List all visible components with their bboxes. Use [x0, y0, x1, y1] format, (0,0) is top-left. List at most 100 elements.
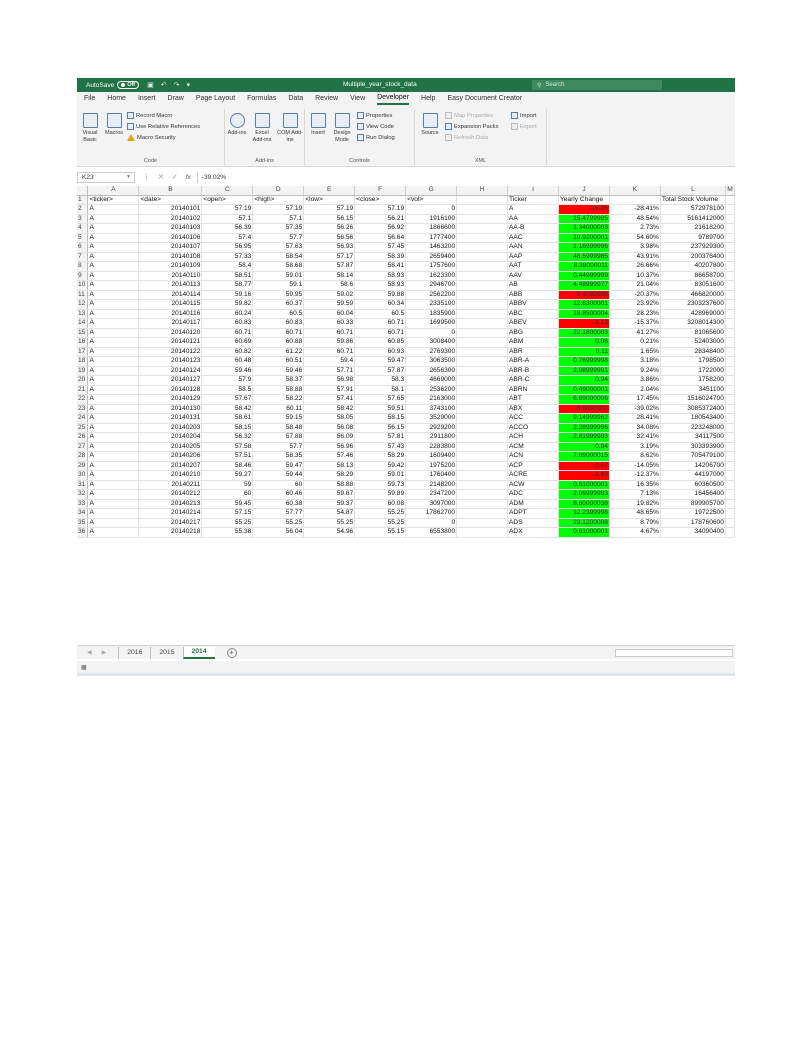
cell[interactable]: ABEV	[507, 318, 559, 329]
cell[interactable]: A	[87, 442, 140, 453]
cell[interactable]: 59.82	[201, 299, 254, 310]
cell[interactable]: 20140129	[138, 394, 203, 405]
cell[interactable]: 56.09	[303, 432, 356, 443]
cell[interactable]: 17862700	[405, 508, 458, 519]
cell[interactable]: 0.06	[558, 337, 610, 348]
insert-function-button[interactable]: fx	[186, 174, 191, 181]
cell[interactable]	[456, 404, 509, 415]
customize-qat-icon[interactable]: ▾	[187, 81, 191, 89]
cell[interactable]: 2.06999993	[558, 489, 610, 500]
cell[interactable]: 60.51	[252, 356, 305, 367]
cell[interactable]: 57.87	[303, 261, 356, 272]
chevron-right-icon[interactable]: ▶	[102, 649, 107, 656]
cell[interactable]: 6.69000006	[558, 394, 610, 405]
column-header[interactable]: D	[252, 186, 305, 196]
row-header[interactable]: 35	[77, 518, 89, 529]
cell[interactable]: 56.26	[303, 223, 356, 234]
cell[interactable]	[456, 366, 509, 377]
cell[interactable]	[725, 489, 735, 500]
row-header[interactable]: 29	[77, 461, 89, 472]
cell[interactable]: 20140130	[138, 404, 203, 415]
cell[interactable]: 58.51	[201, 271, 254, 282]
cell[interactable]: 58.42	[201, 404, 254, 415]
row-header[interactable]: 15	[77, 328, 89, 339]
cell[interactable]	[725, 451, 735, 462]
cell[interactable]: 58.13	[303, 461, 356, 472]
cell[interactable]: 26.66%	[609, 261, 661, 272]
cell[interactable]: 56.39	[201, 223, 254, 234]
cell[interactable]: 60.83	[201, 318, 254, 329]
formula-input[interactable]: -39.02%	[196, 171, 735, 183]
cell[interactable]: 2659400	[405, 252, 458, 263]
view-code-button[interactable]: View Code	[357, 123, 394, 130]
cell[interactable]: 56.21	[354, 214, 407, 225]
cell[interactable]: ABR	[507, 347, 559, 358]
menu-tab-home[interactable]: Home	[107, 95, 126, 104]
cell[interactable]	[725, 442, 735, 453]
cell[interactable]: AAV	[507, 271, 559, 282]
autosave-toggle[interactable]: Off	[117, 81, 140, 89]
cell[interactable]	[456, 489, 509, 500]
cell[interactable]	[456, 242, 509, 253]
row-header[interactable]: 3	[77, 214, 89, 225]
cell[interactable]: 60.5	[252, 309, 305, 320]
cell[interactable]: 20140211	[138, 480, 203, 491]
row-header[interactable]: 19	[77, 366, 89, 377]
cell[interactable]: -16.26	[558, 204, 610, 215]
column-header[interactable]: G	[405, 186, 458, 196]
cell[interactable]: 58.05	[303, 413, 356, 424]
cell[interactable]	[725, 347, 735, 358]
row-header[interactable]: 10	[77, 280, 89, 291]
cancel-icon[interactable]: ✕	[158, 173, 164, 181]
cell[interactable]	[456, 214, 509, 225]
cell[interactable]	[456, 480, 509, 491]
cell[interactable]: ABG	[507, 328, 559, 339]
cell[interactable]: 466820000	[660, 290, 726, 301]
cell[interactable]: 2.28999996	[558, 423, 610, 434]
cell[interactable]	[456, 223, 509, 234]
cell[interactable]: A	[87, 204, 140, 215]
cell[interactable]: 60.71	[354, 328, 407, 339]
cell[interactable]: 57.1	[252, 214, 305, 225]
cell[interactable]: 57.17	[303, 252, 356, 263]
cell[interactable]: 34117500	[660, 432, 726, 443]
cell[interactable]: 58.39	[354, 252, 407, 263]
cell[interactable]: 20140127	[138, 375, 203, 386]
row-header[interactable]: 8	[77, 261, 89, 272]
cell[interactable]	[725, 309, 735, 320]
cell[interactable]: A	[87, 508, 140, 519]
chevron-left-icon[interactable]: ◀	[87, 649, 92, 656]
cell[interactable]	[456, 271, 509, 282]
cell[interactable]: 59.37	[303, 499, 356, 510]
cell[interactable]: 58.88	[252, 385, 305, 396]
row-header[interactable]: 6	[77, 242, 89, 253]
cell[interactable]	[725, 299, 735, 310]
cell[interactable]	[725, 261, 735, 272]
cell[interactable]: 20140107	[138, 242, 203, 253]
cell[interactable]: 58.14	[303, 271, 356, 282]
cell[interactable]: A	[87, 328, 140, 339]
cell[interactable]	[725, 280, 735, 291]
macros-button[interactable]: Macros	[103, 113, 125, 137]
cell[interactable]: 57.45	[354, 242, 407, 253]
cell[interactable]: 60.08	[354, 499, 407, 510]
cell[interactable]: 19.82%	[609, 499, 661, 510]
cell[interactable]: A	[87, 366, 140, 377]
row-header[interactable]: 12	[77, 299, 89, 310]
cell[interactable]: 899905700	[660, 499, 726, 510]
cell[interactable]: 20140117	[138, 318, 203, 329]
cell[interactable]: 59.1	[252, 280, 305, 291]
map-properties-button[interactable]: Map Properties	[445, 112, 493, 119]
cell[interactable]: 60.71	[303, 347, 356, 358]
row-header[interactable]: 17	[77, 347, 89, 358]
row-header[interactable]: 28	[77, 451, 89, 462]
cell[interactable]	[725, 404, 735, 415]
cell[interactable]: 0.94	[558, 442, 610, 453]
cell[interactable]: 20140108	[138, 252, 203, 263]
cell[interactable]: 28.41%	[609, 413, 661, 424]
cell[interactable]: 20140113	[138, 280, 203, 291]
cell[interactable]: AAN	[507, 242, 559, 253]
cell[interactable]	[725, 233, 735, 244]
cell[interactable]	[725, 385, 735, 396]
cell[interactable]: ACP	[507, 461, 559, 472]
